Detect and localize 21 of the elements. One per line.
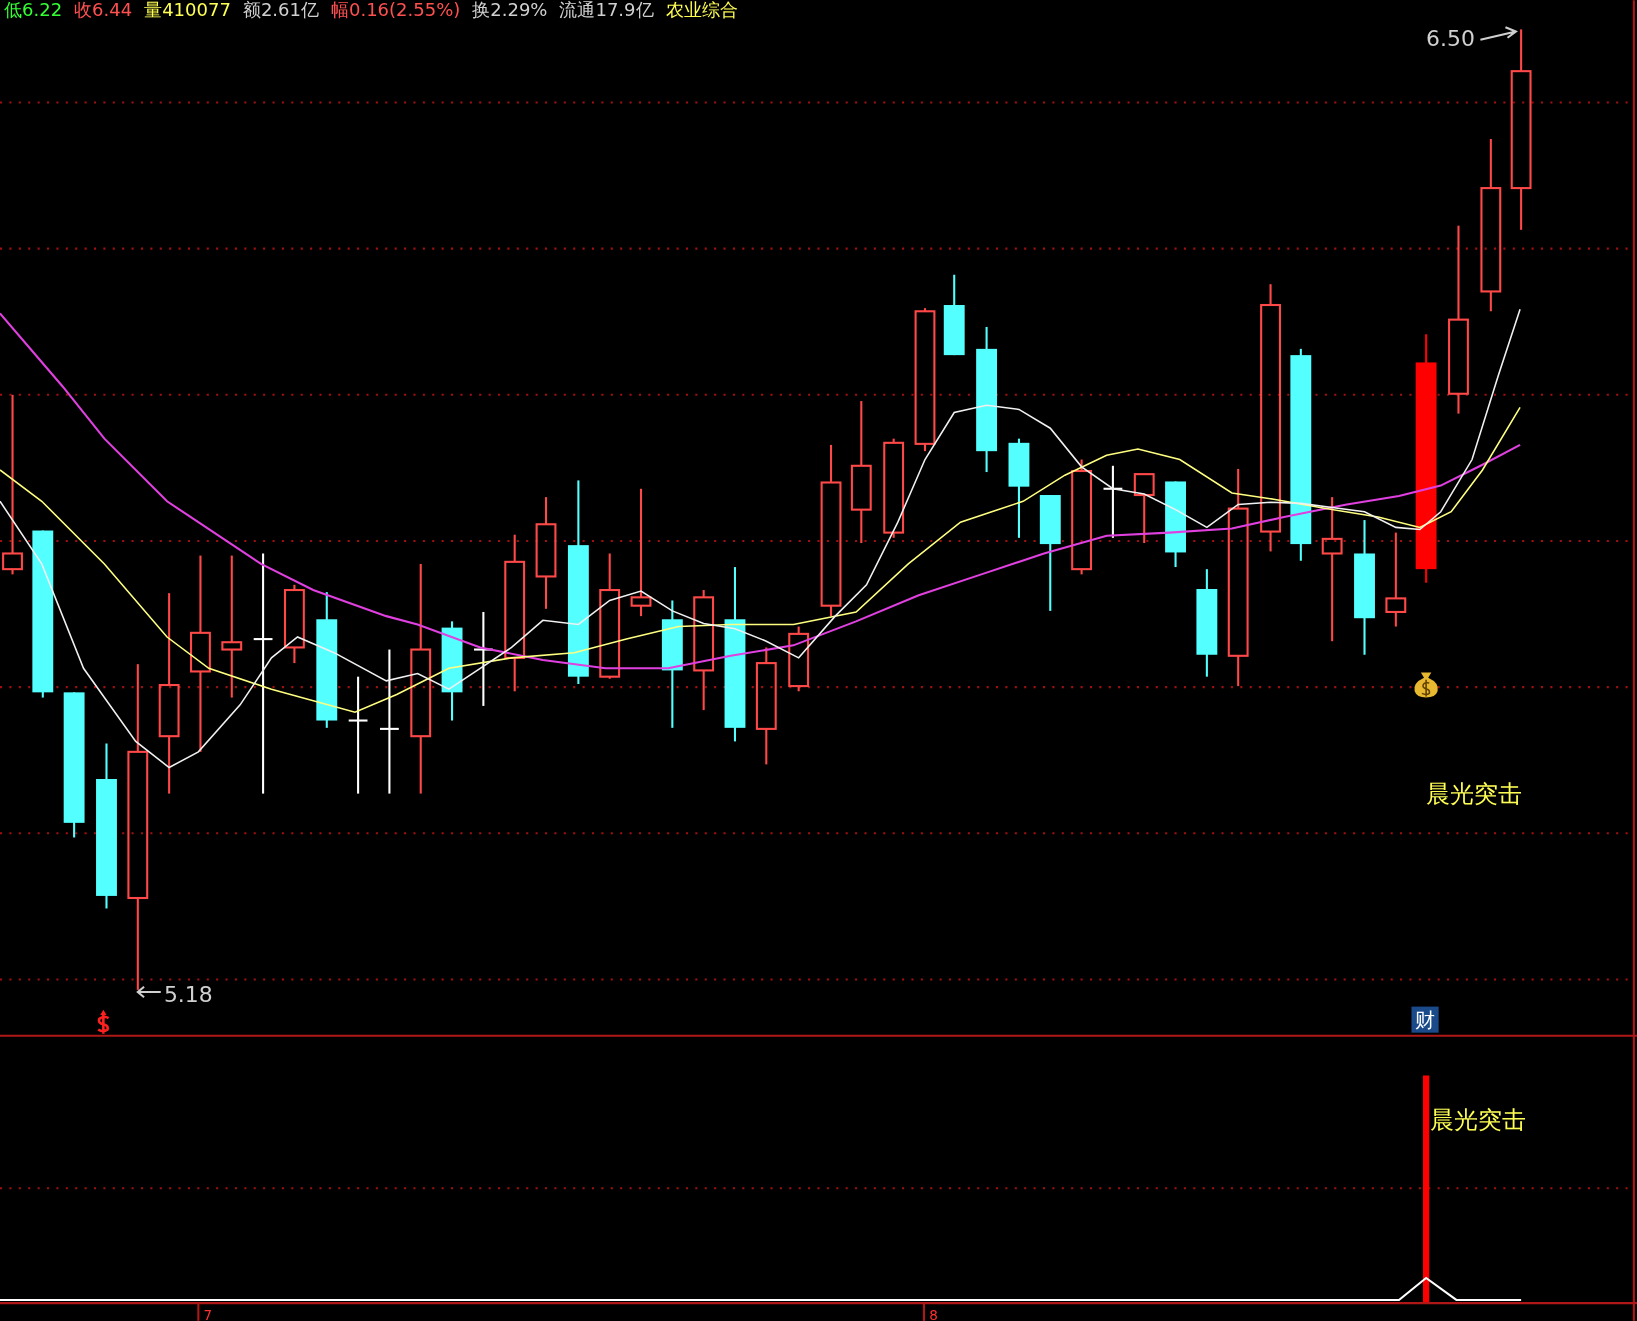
quote-field: 收6.44 (74, 0, 133, 20)
month-label: 8 (929, 1306, 938, 1321)
quote-field: 流通17.9亿 (559, 0, 654, 20)
arrow-icon (1479, 26, 1518, 41)
low-price-label: 5.18 (163, 982, 213, 1008)
finance-badge: 财 (1411, 1006, 1439, 1033)
signal-label: 晨光突击 (1430, 1105, 1527, 1134)
candlestick (788, 626, 810, 692)
quote-field: 换2.29% (472, 0, 548, 20)
quote-field: 低6.22 (4, 0, 63, 20)
quote-field: 量410077 (144, 0, 231, 20)
high-price-label: 6.50 (1426, 26, 1475, 52)
quote-field: 农业综合 (665, 0, 738, 20)
quote-field: 额2.61亿 (242, 0, 319, 20)
quote-field: 幅0.16(2.55%) (330, 0, 461, 20)
month-label: 7 (203, 1306, 213, 1321)
arrow-icon (136, 985, 162, 999)
buy-signal-icon (96, 1009, 110, 1036)
signal-label: 晨光突击 (1426, 779, 1523, 808)
candlestick (1133, 473, 1155, 544)
money-bag-icon (1414, 672, 1438, 698)
